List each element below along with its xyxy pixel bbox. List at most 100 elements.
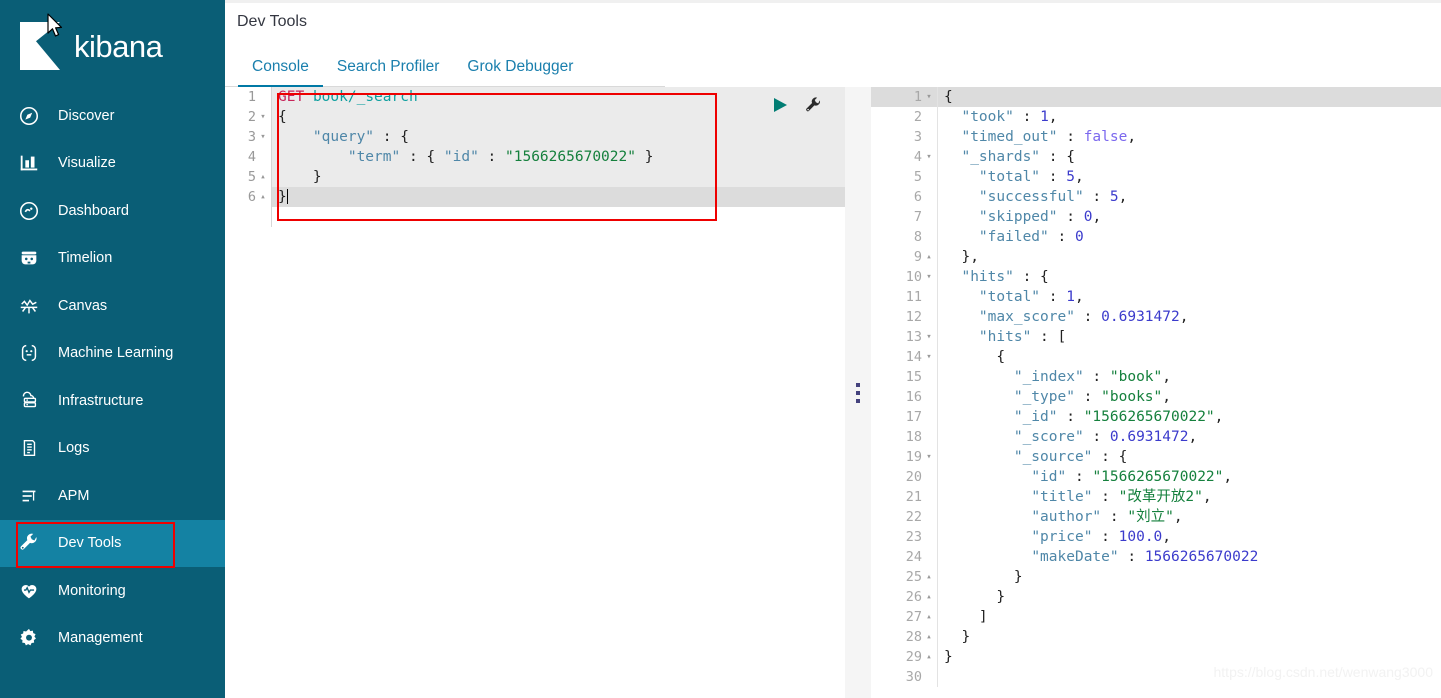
editor-line[interactable]: 2 "took" : 1,	[871, 107, 1441, 128]
response-line-number: 18	[871, 427, 937, 448]
editor-line[interactable]	[225, 207, 845, 228]
response-line-number: 27 ▴	[871, 607, 937, 628]
sidebar-item-apm[interactable]: APM	[0, 472, 225, 520]
editor-line[interactable]: 27 ▴ ]	[871, 607, 1441, 628]
response-line-number: 9 ▴	[871, 247, 937, 268]
fold-open-icon[interactable]: ▾	[925, 267, 933, 287]
vertical-dots-handle-icon[interactable]	[856, 382, 860, 403]
sidebar-item-monitoring[interactable]: Monitoring	[0, 567, 225, 615]
editor-line[interactable]: 20 "id" : "1566265670022",	[871, 467, 1441, 488]
editor-line[interactable]: 23 "price" : 100.0,	[871, 527, 1441, 548]
fold-close-icon[interactable]: ▴	[259, 167, 267, 187]
fold-close-icon[interactable]: ▴	[925, 567, 933, 587]
editor-line[interactable]: 22 "author" : "刘立",	[871, 507, 1441, 528]
response-line-number: 20	[871, 467, 937, 488]
sidebar-item-label: Canvas	[58, 297, 108, 314]
editor-line[interactable]: 13 ▾ "hits" : [	[871, 327, 1441, 348]
editor-line[interactable]: 4 "term" : { "id" : "1566265670022" }	[225, 147, 845, 168]
sidebar-item-label: APM	[58, 487, 90, 504]
sidebar-item-timelion[interactable]: Timelion	[0, 235, 225, 283]
fold-open-icon[interactable]: ▾	[925, 147, 933, 167]
tab-console[interactable]: Console	[238, 48, 323, 88]
editor-line[interactable]: 17 "_id" : "1566265670022",	[871, 407, 1441, 428]
editor-line[interactable]: 7 "skipped" : 0,	[871, 207, 1441, 228]
editor-line-code: "failed" : 0	[937, 227, 1441, 248]
editor-line-code: "_score" : 0.6931472,	[937, 427, 1441, 448]
editor-line[interactable]: 19 ▾ "_source" : {	[871, 447, 1441, 468]
sidebar-item-visualize[interactable]: Visualize	[0, 140, 225, 188]
sidebar-item-canvas[interactable]: Canvas	[0, 282, 225, 330]
gear-icon	[0, 627, 58, 649]
editor-line[interactable]: 5 ▴ }	[225, 167, 845, 188]
editor-line[interactable]: 15 "_index" : "book",	[871, 367, 1441, 388]
request-editor[interactable]: 1 GET book/_search 2 ▾{3 ▾ "query" : {4 "ter…	[225, 87, 845, 228]
editor-line[interactable]: 6 ▴}	[225, 187, 845, 208]
editor-line[interactable]: 1 GET book/_search	[225, 87, 845, 108]
editor-line[interactable]: 26 ▴ }	[871, 587, 1441, 608]
editor-line[interactable]: 1 ▾{	[871, 87, 1441, 108]
editor-line[interactable]: 8 "failed" : 0	[871, 227, 1441, 248]
editor-line[interactable]: 3 "timed_out" : false,	[871, 127, 1441, 148]
sidebar-item-infrastructure[interactable]: Infrastructure	[0, 377, 225, 425]
editor-line[interactable]: 6 "successful" : 5,	[871, 187, 1441, 208]
sidebar-item-discover[interactable]: Discover	[0, 92, 225, 140]
editor-line-code: }	[937, 567, 1441, 588]
fold-close-icon[interactable]: ▴	[925, 627, 933, 647]
sidebar-item-logs[interactable]: Logs	[0, 425, 225, 473]
tab-search-profiler[interactable]: Search Profiler	[323, 48, 454, 87]
fold-close-icon[interactable]: ▴	[925, 247, 933, 267]
fold-close-icon[interactable]: ▴	[925, 607, 933, 627]
sidebar-item-label: Discover	[58, 107, 115, 124]
sidebar-item-dev-tools[interactable]: Dev Tools	[0, 519, 225, 567]
wrench-icon[interactable]	[804, 96, 823, 115]
tab-grok-debugger[interactable]: Grok Debugger	[453, 48, 587, 87]
brand-header[interactable]: kibana	[0, 0, 225, 92]
editor-line[interactable]: 16 "_type" : "books",	[871, 387, 1441, 408]
pane-splitter[interactable]	[845, 87, 871, 698]
request-line-number: 2 ▾	[225, 107, 271, 128]
response-line-number: 12	[871, 307, 937, 328]
response-line-number: 2	[871, 107, 937, 128]
sidebar-nav: Discover Visualize Dashboard Timelion Ca…	[0, 92, 225, 662]
sidebar-item-dashboard[interactable]: Dashboard	[0, 187, 225, 235]
fold-open-icon[interactable]: ▾	[259, 107, 267, 127]
editor-line[interactable]: 18 "_score" : 0.6931472,	[871, 427, 1441, 448]
editor-line[interactable]: 14 ▾ {	[871, 347, 1441, 368]
editor-line-code: {	[937, 347, 1441, 368]
editor-line-code: ]	[937, 607, 1441, 628]
fold-open-icon[interactable]: ▾	[925, 327, 933, 347]
play-triangle-icon[interactable]	[770, 95, 790, 115]
editor-line[interactable]: 4 ▾ "_shards" : {	[871, 147, 1441, 168]
response-line-number: 19 ▾	[871, 447, 937, 468]
response-editor[interactable]: 1 ▾{2 "took" : 1, 3 "timed_out" : false, 4 ▾…	[871, 87, 1441, 688]
editor-line[interactable]: 3 ▾ "query" : {	[225, 127, 845, 148]
editor-line[interactable]: 25 ▴ }	[871, 567, 1441, 588]
response-line-number: 26 ▴	[871, 587, 937, 608]
fold-close-icon[interactable]: ▴	[925, 587, 933, 607]
editor-line[interactable]: 21 "title" : "改革开放2",	[871, 487, 1441, 508]
fold-close-icon[interactable]: ▴	[259, 187, 267, 207]
fold-open-icon[interactable]: ▾	[925, 347, 933, 367]
fold-open-icon[interactable]: ▾	[259, 127, 267, 147]
editor-line[interactable]: 24 "makeDate" : 1566265670022	[871, 547, 1441, 568]
editor-line[interactable]: 12 "max_score" : 0.6931472,	[871, 307, 1441, 328]
brand-name: kibana	[74, 28, 163, 64]
fold-close-icon[interactable]: ▴	[925, 647, 933, 667]
editor-line[interactable]: 2 ▾{	[225, 107, 845, 128]
bar-chart-icon	[0, 152, 58, 174]
sidebar-item-machine-learning[interactable]: Machine Learning	[0, 330, 225, 378]
response-line-number: 24	[871, 547, 937, 568]
sidebar-item-management[interactable]: Management	[0, 615, 225, 663]
fold-open-icon[interactable]: ▾	[925, 447, 933, 467]
editor-line-code: GET book/_search	[271, 87, 845, 108]
editor-line[interactable]: 11 "total" : 1,	[871, 287, 1441, 308]
editor-line[interactable]: 10 ▾ "hits" : {	[871, 267, 1441, 288]
editor-line[interactable]: 9 ▴ },	[871, 247, 1441, 268]
editor-line[interactable]: 5 "total" : 5,	[871, 167, 1441, 188]
response-line-number: 25 ▴	[871, 567, 937, 588]
dashboard-icon	[0, 200, 58, 222]
fold-open-icon[interactable]: ▾	[925, 87, 933, 107]
response-line-number: 10 ▾	[871, 267, 937, 288]
sidebar-item-label: Logs	[58, 440, 90, 457]
editor-line[interactable]: 28 ▴ }	[871, 627, 1441, 648]
